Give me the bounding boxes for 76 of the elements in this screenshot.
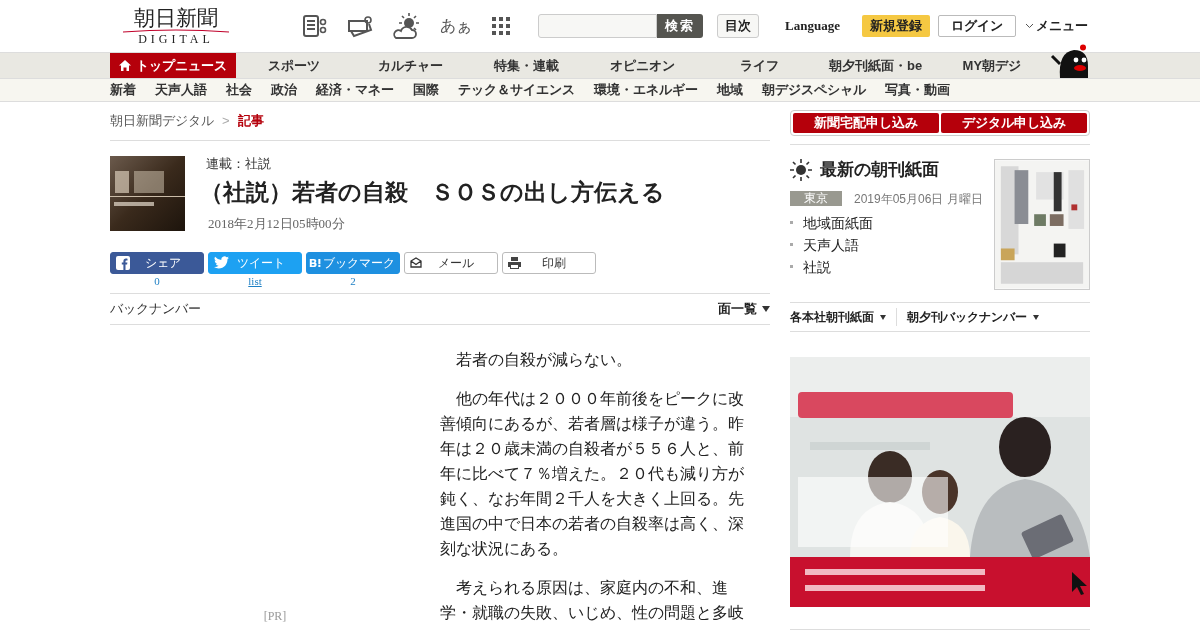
breadcrumb-link[interactable]: 記事 [237,111,264,131]
nav-tab[interactable]: トップニュース [110,53,236,78]
bookmark-logo-icon [309,257,322,268]
logo-title[interactable]: 朝日新聞 [134,6,218,29]
subnav-link[interactable]: 経済・マネー [316,80,394,100]
facebook-icon [116,255,130,270]
search-button[interactable]: 検索 [657,14,703,38]
subnav-link[interactable]: 国際 [413,80,439,100]
grid-menu-icon[interactable] [492,17,510,35]
ticket-icon[interactable] [346,14,374,38]
share-button[interactable]: シェア [110,251,204,274]
bird-icon [214,256,229,269]
breadcrumb-link[interactable]: 朝日新聞デジタル [110,111,214,131]
font-size-button[interactable]: あぁ [440,14,472,38]
share-count[interactable]: list [248,273,262,288]
nav-tab[interactable]: オピニオン [584,53,702,78]
series-label[interactable]: 連載：社説 [206,157,665,171]
subnav-link[interactable]: 社会 [226,80,252,100]
nav-tab[interactable]: MY朝デジ [933,53,1050,78]
share-count: 2 [350,273,356,288]
paper-dropdown[interactable]: 各本社朝刊紙面 [790,308,886,326]
subnav-link[interactable]: 朝デジスペシャル [762,80,866,100]
article-paragraph: 若者の自殺が減らない。 [455,349,633,370]
subnav-link[interactable]: 地域 [717,80,743,100]
logo-subtitle: DIGITAL [138,32,214,46]
subnav-link[interactable]: 政治 [271,80,297,100]
subnav-link[interactable]: 天声人語 [155,80,207,100]
article-paragraph: 考えられる原因は、家庭内の不和、進学・就職の失敗、いじめ、性の問題と多岐 [440,577,745,623]
nav-tab[interactable]: 特集・連載 [468,53,585,78]
paper-dropdown[interactable]: 朝夕刊バックナンバー [896,308,1039,326]
share-count: 0 [154,273,160,288]
search-field[interactable] [538,14,657,38]
envelope-icon [410,257,422,268]
article-date: 2018年2月12日05時00分 [208,215,346,233]
subnav-link[interactable]: 環境・エネルギー [594,80,698,100]
mascot-drawing[interactable] [1050,44,1090,78]
subscribe-button[interactable]: 新聞宅配申し込み [793,113,939,133]
login-button[interactable]: ログイン [938,15,1016,37]
article-title: （社説）若者の自殺 ＳＯＳの出し方伝える [200,179,665,205]
dropdown-triangle-icon [762,305,770,312]
article-list-icon[interactable] [302,14,328,38]
breadcrumb-separator: > [222,112,230,131]
printer-icon [508,256,521,269]
bullet-icon [790,243,793,246]
nav-tab[interactable]: 朝夕刊紙面・be [817,53,934,78]
paper-link[interactable]: 社説 [803,255,831,278]
bullet-icon [790,221,793,224]
nav-tab[interactable]: ライフ [701,53,818,78]
subnav-link[interactable]: 新着 [110,80,136,100]
dropdown-triangle-icon [880,314,886,320]
share-button[interactable]: メール [404,251,498,274]
menu-button[interactable]: メニュー [1025,16,1088,36]
dropdown-triangle-icon [1033,314,1039,320]
paper-link[interactable]: 地域面紙面 [803,211,873,234]
share-button[interactable]: 印刷 [502,251,596,274]
subnav-link[interactable]: 写真・動画 [885,80,950,100]
weather-icon[interactable] [392,12,422,40]
paper-heading: 最新の朝刊紙面 [820,159,939,181]
backnumber-label: バックナンバー [110,299,201,318]
nav-tab[interactable]: スポーツ [236,53,353,78]
subscribe-button[interactable]: デジタル申し込み [941,113,1087,133]
paper-link[interactable]: 天声人語 [803,233,859,256]
nav-tab[interactable]: カルチャー [352,53,469,78]
logo-swoosh-icon [121,28,231,33]
paper-date: 2019年05月06日 月曜日 [854,190,983,208]
subnav-link[interactable]: テック＆サイエンス [458,80,575,100]
page-list-dropdown[interactable]: 面一覧 [718,298,770,319]
sun-icon [790,158,812,181]
home-icon [119,60,131,71]
language-link[interactable]: Language [785,16,840,36]
pr-label: [PR] [263,607,287,625]
index-button[interactable]: 目次 [717,14,759,38]
chevron-icon [1025,23,1034,29]
article-paragraph: 他の年代は２０００年前後をピークに改善傾向にあるが、若者層は様子が違う。昨年は２０歳未満の自殺者が５５６人と、前年に比べて７％増えた。２０代も減り方が鈍く、なお年間２千人を大きく上回る。先進国の中で日本の若者の自殺率は高く、深刻な状況にある。 [440,388,745,559]
bullet-icon [790,265,793,268]
register-button[interactable]: 新規登録 [862,15,930,37]
